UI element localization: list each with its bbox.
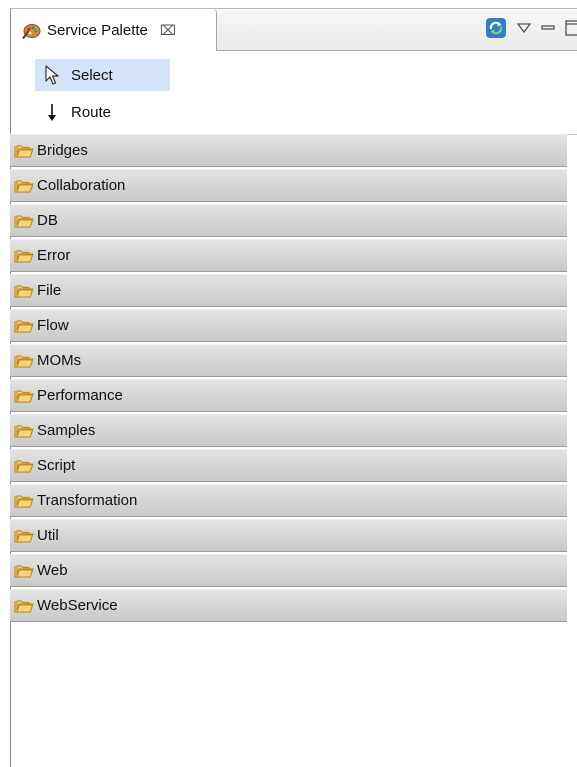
view-toolbar (485, 17, 577, 43)
drawer-util[interactable]: Util (10, 519, 567, 552)
drawer-error[interactable]: Error (10, 239, 567, 272)
drawer-samples[interactable]: Samples (10, 414, 567, 447)
drawer-label: Bridges (37, 142, 88, 159)
drawer-label: MOMs (37, 352, 82, 369)
drawer-label: WebService (37, 597, 118, 614)
drawer-label: Samples (37, 422, 96, 439)
drawer-label: Web (37, 562, 68, 579)
open-folder-icon (14, 213, 34, 229)
open-folder-icon (14, 388, 34, 404)
open-folder-icon (14, 143, 34, 159)
drawer-label: Collaboration (37, 177, 126, 194)
view-tab-bar: Service Palette ⌧ (11, 9, 577, 51)
close-view-icon[interactable]: ⌧ (160, 22, 176, 39)
drawer-label: Transformation (37, 492, 138, 509)
drawer-label: Performance (37, 387, 123, 404)
refresh-icon[interactable] (485, 17, 507, 44)
drawer-web[interactable]: Web (10, 554, 567, 587)
open-folder-icon (14, 283, 34, 299)
drawer-script[interactable]: Script (10, 449, 567, 482)
open-folder-icon (14, 458, 34, 474)
drawer-db[interactable]: DB (10, 204, 567, 237)
drawer-label: Error (37, 247, 71, 264)
open-folder-icon (14, 598, 34, 614)
drawer-webservice[interactable]: WebService (10, 589, 567, 622)
maximize-icon[interactable] (565, 19, 577, 41)
select-tool[interactable]: Select (35, 59, 170, 91)
tab-service-palette[interactable]: Service Palette ⌧ (11, 9, 217, 51)
drawer-transformation[interactable]: Transformation (10, 484, 567, 517)
drawer-label: File (37, 282, 62, 299)
palette-tools: Select Route (11, 51, 577, 135)
arrow-cursor-icon (43, 65, 61, 85)
palette-drawers: Bridges Collaboration DB Error File Flow (10, 134, 567, 624)
view-menu-icon[interactable] (516, 21, 532, 39)
open-folder-icon (14, 528, 34, 544)
drawer-bridges[interactable]: Bridges (10, 134, 567, 167)
down-arrow-icon (43, 102, 61, 122)
open-folder-icon (14, 178, 34, 194)
open-folder-icon (14, 248, 34, 264)
view-title: Service Palette (47, 21, 148, 39)
drawer-moms[interactable]: MOMs (10, 344, 567, 377)
route-tool[interactable]: Route (35, 96, 170, 128)
palette-icon (21, 20, 41, 40)
open-folder-icon (14, 493, 34, 509)
open-folder-icon (14, 563, 34, 579)
drawer-label: Script (37, 457, 76, 474)
drawer-label: DB (37, 212, 58, 229)
drawer-flow[interactable]: Flow (10, 309, 567, 342)
open-folder-icon (14, 353, 34, 369)
drawer-collaboration[interactable]: Collaboration (10, 169, 567, 202)
route-tool-label: Route (71, 103, 112, 121)
drawer-file[interactable]: File (10, 274, 567, 307)
minimize-icon[interactable] (541, 21, 555, 39)
drawer-label: Util (37, 527, 59, 544)
open-folder-icon (14, 423, 34, 439)
drawer-performance[interactable]: Performance (10, 379, 567, 412)
open-folder-icon (14, 318, 34, 334)
select-tool-label: Select (71, 66, 113, 84)
drawer-label: Flow (37, 317, 69, 334)
